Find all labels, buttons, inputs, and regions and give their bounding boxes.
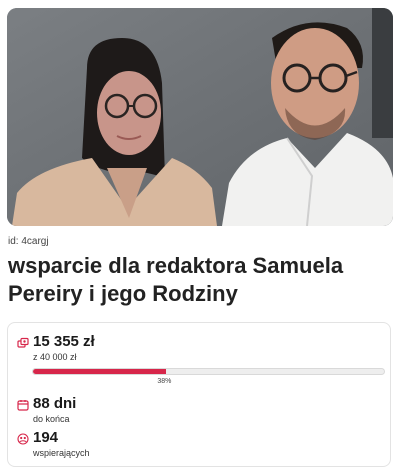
goal-amount: z 40 000 zł [33, 352, 77, 362]
days-left-value: 88 dni [33, 395, 77, 412]
fundraiser-title: wsparcie dla redaktora Samuela Pereiry i… [8, 253, 344, 306]
coins-icon [17, 337, 29, 349]
people-icon [17, 433, 29, 445]
progress-bar [32, 368, 385, 375]
days-left-label: do końca [33, 414, 70, 424]
fundraiser-photo [7, 8, 393, 226]
supporters-label: wspierających [33, 448, 90, 458]
fundraiser-id: id: 4cargj [8, 236, 49, 247]
calendar-icon [17, 399, 29, 411]
raised-amount: 15 355 zł [33, 333, 95, 350]
progress-bar-fill [33, 369, 167, 374]
progress-percent-label: 38% [157, 378, 172, 385]
fundraiser-photo-image [7, 8, 393, 226]
fundraiser-stats-card: 15 355 zł z 40 000 zł 38% 88 dni do końc… [7, 322, 391, 467]
supporters-count: 194 [33, 429, 59, 446]
